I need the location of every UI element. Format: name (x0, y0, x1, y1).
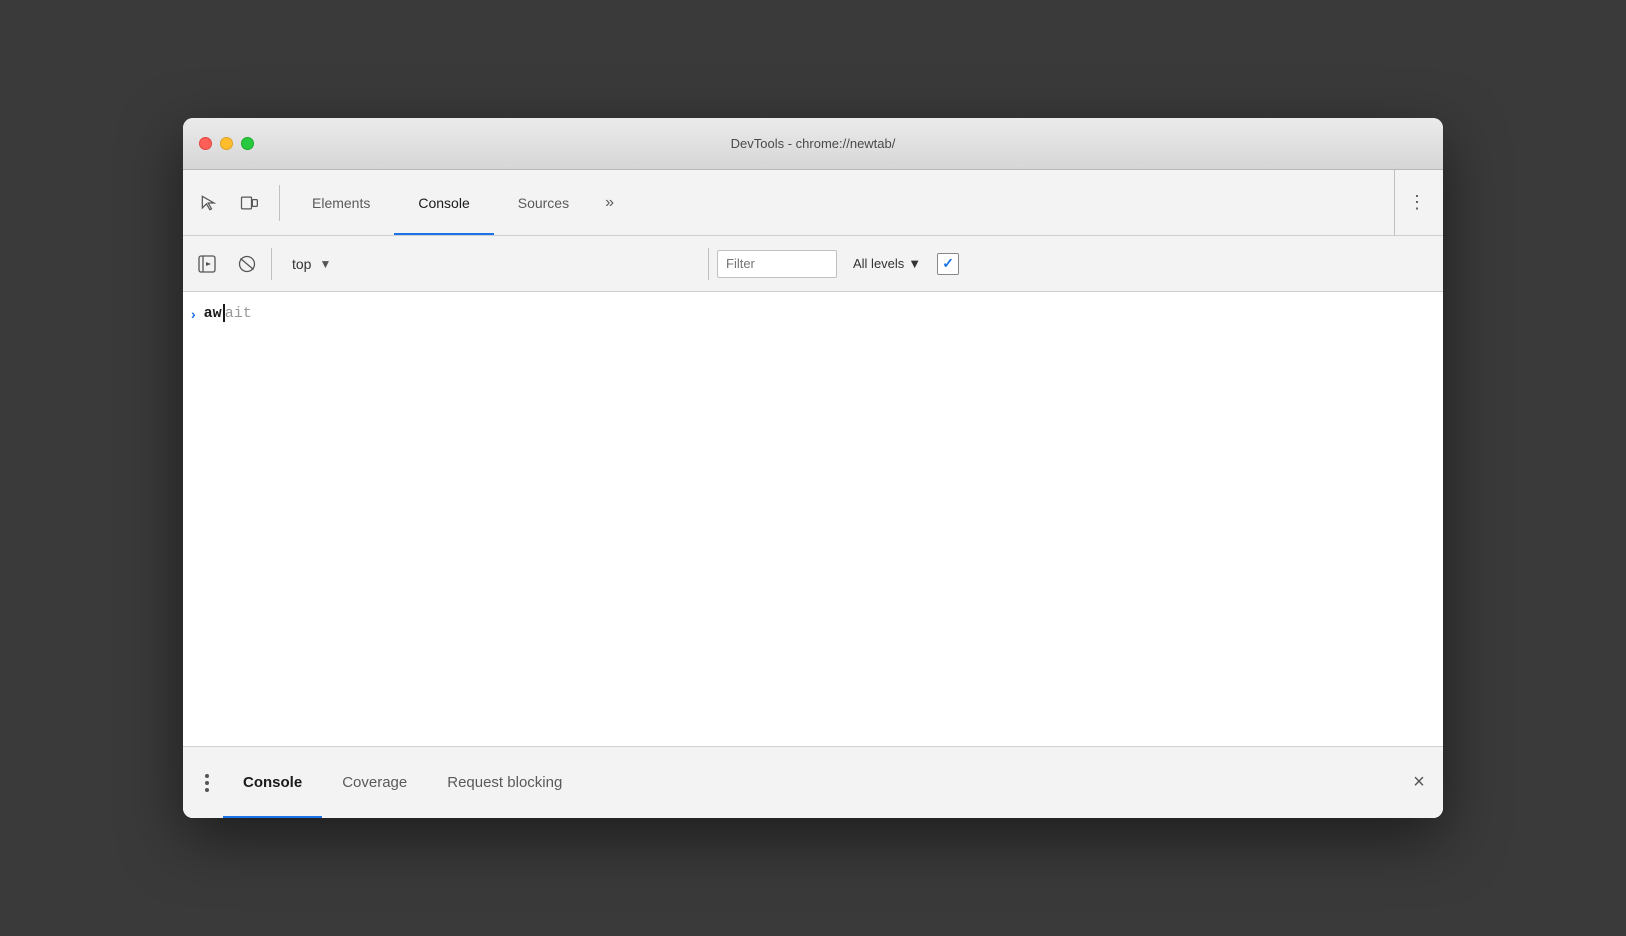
drawer-tab-coverage[interactable]: Coverage (322, 747, 427, 818)
expand-chevron[interactable]: › (191, 306, 196, 322)
typed-text: aw (204, 305, 222, 322)
tab-console[interactable]: Console (394, 170, 493, 235)
close-button[interactable] (199, 137, 212, 150)
context-dropdown-arrow: ▼ (319, 257, 331, 271)
console-input-text[interactable]: await (204, 304, 252, 322)
clear-icon (238, 255, 256, 273)
devtools-panel: Elements Console Sources » ⋮ (183, 170, 1443, 818)
toolbar-separator-1 (271, 248, 272, 280)
drawer-menu-button[interactable] (191, 767, 223, 799)
close-drawer-button[interactable]: × (1403, 767, 1435, 799)
window-title: DevTools - chrome://newtab/ (731, 136, 896, 151)
console-area[interactable]: › await (183, 292, 1443, 746)
bottom-drawer: Console Coverage Request blocking × (183, 746, 1443, 818)
inspect-icon (199, 193, 219, 213)
context-selector[interactable]: top ▼ (280, 248, 700, 280)
log-levels-button[interactable]: All levels ▼ (845, 252, 929, 275)
maximize-button[interactable] (241, 137, 254, 150)
checkmark-icon: ✓ (942, 255, 954, 272)
main-tabs: Elements Console Sources » (288, 170, 1390, 235)
toolbar-separator-2 (708, 248, 709, 280)
toolbar-separator (1394, 170, 1395, 236)
hide-network-checkbox[interactable]: ✓ (937, 253, 959, 275)
console-toolbar: top ▼ All levels ▼ ✓ (183, 236, 1443, 292)
more-tabs-button[interactable]: » (593, 170, 626, 235)
autocomplete-text: ait (225, 305, 252, 322)
inspect-element-button[interactable] (191, 185, 227, 221)
minimize-button[interactable] (220, 137, 233, 150)
traffic-lights (199, 137, 254, 150)
main-toolbar: Elements Console Sources » ⋮ (183, 170, 1443, 236)
tab-sources[interactable]: Sources (494, 170, 593, 235)
tab-elements[interactable]: Elements (288, 170, 394, 235)
console-entry: › await (183, 300, 1443, 336)
drawer-tabs: Console Coverage Request blocking (223, 747, 1403, 818)
filter-input[interactable] (717, 250, 837, 278)
console-sidebar-icon (198, 255, 216, 273)
menu-dot-2 (205, 781, 209, 785)
clear-console-button[interactable] (231, 248, 263, 280)
context-label: top (292, 256, 311, 272)
drawer-tab-request-blocking[interactable]: Request blocking (427, 747, 582, 818)
more-menu-button[interactable]: ⋮ (1399, 185, 1435, 221)
menu-dot-1 (205, 774, 209, 778)
device-icon (239, 193, 259, 213)
show-console-sidebar-button[interactable] (191, 248, 223, 280)
title-bar: DevTools - chrome://newtab/ (183, 118, 1443, 170)
device-toolbar-button[interactable] (231, 185, 267, 221)
menu-dot-3 (205, 788, 209, 792)
toolbar-icons (191, 185, 280, 221)
devtools-window: DevTools - chrome://newtab/ (183, 118, 1443, 818)
drawer-tab-console[interactable]: Console (223, 747, 322, 818)
